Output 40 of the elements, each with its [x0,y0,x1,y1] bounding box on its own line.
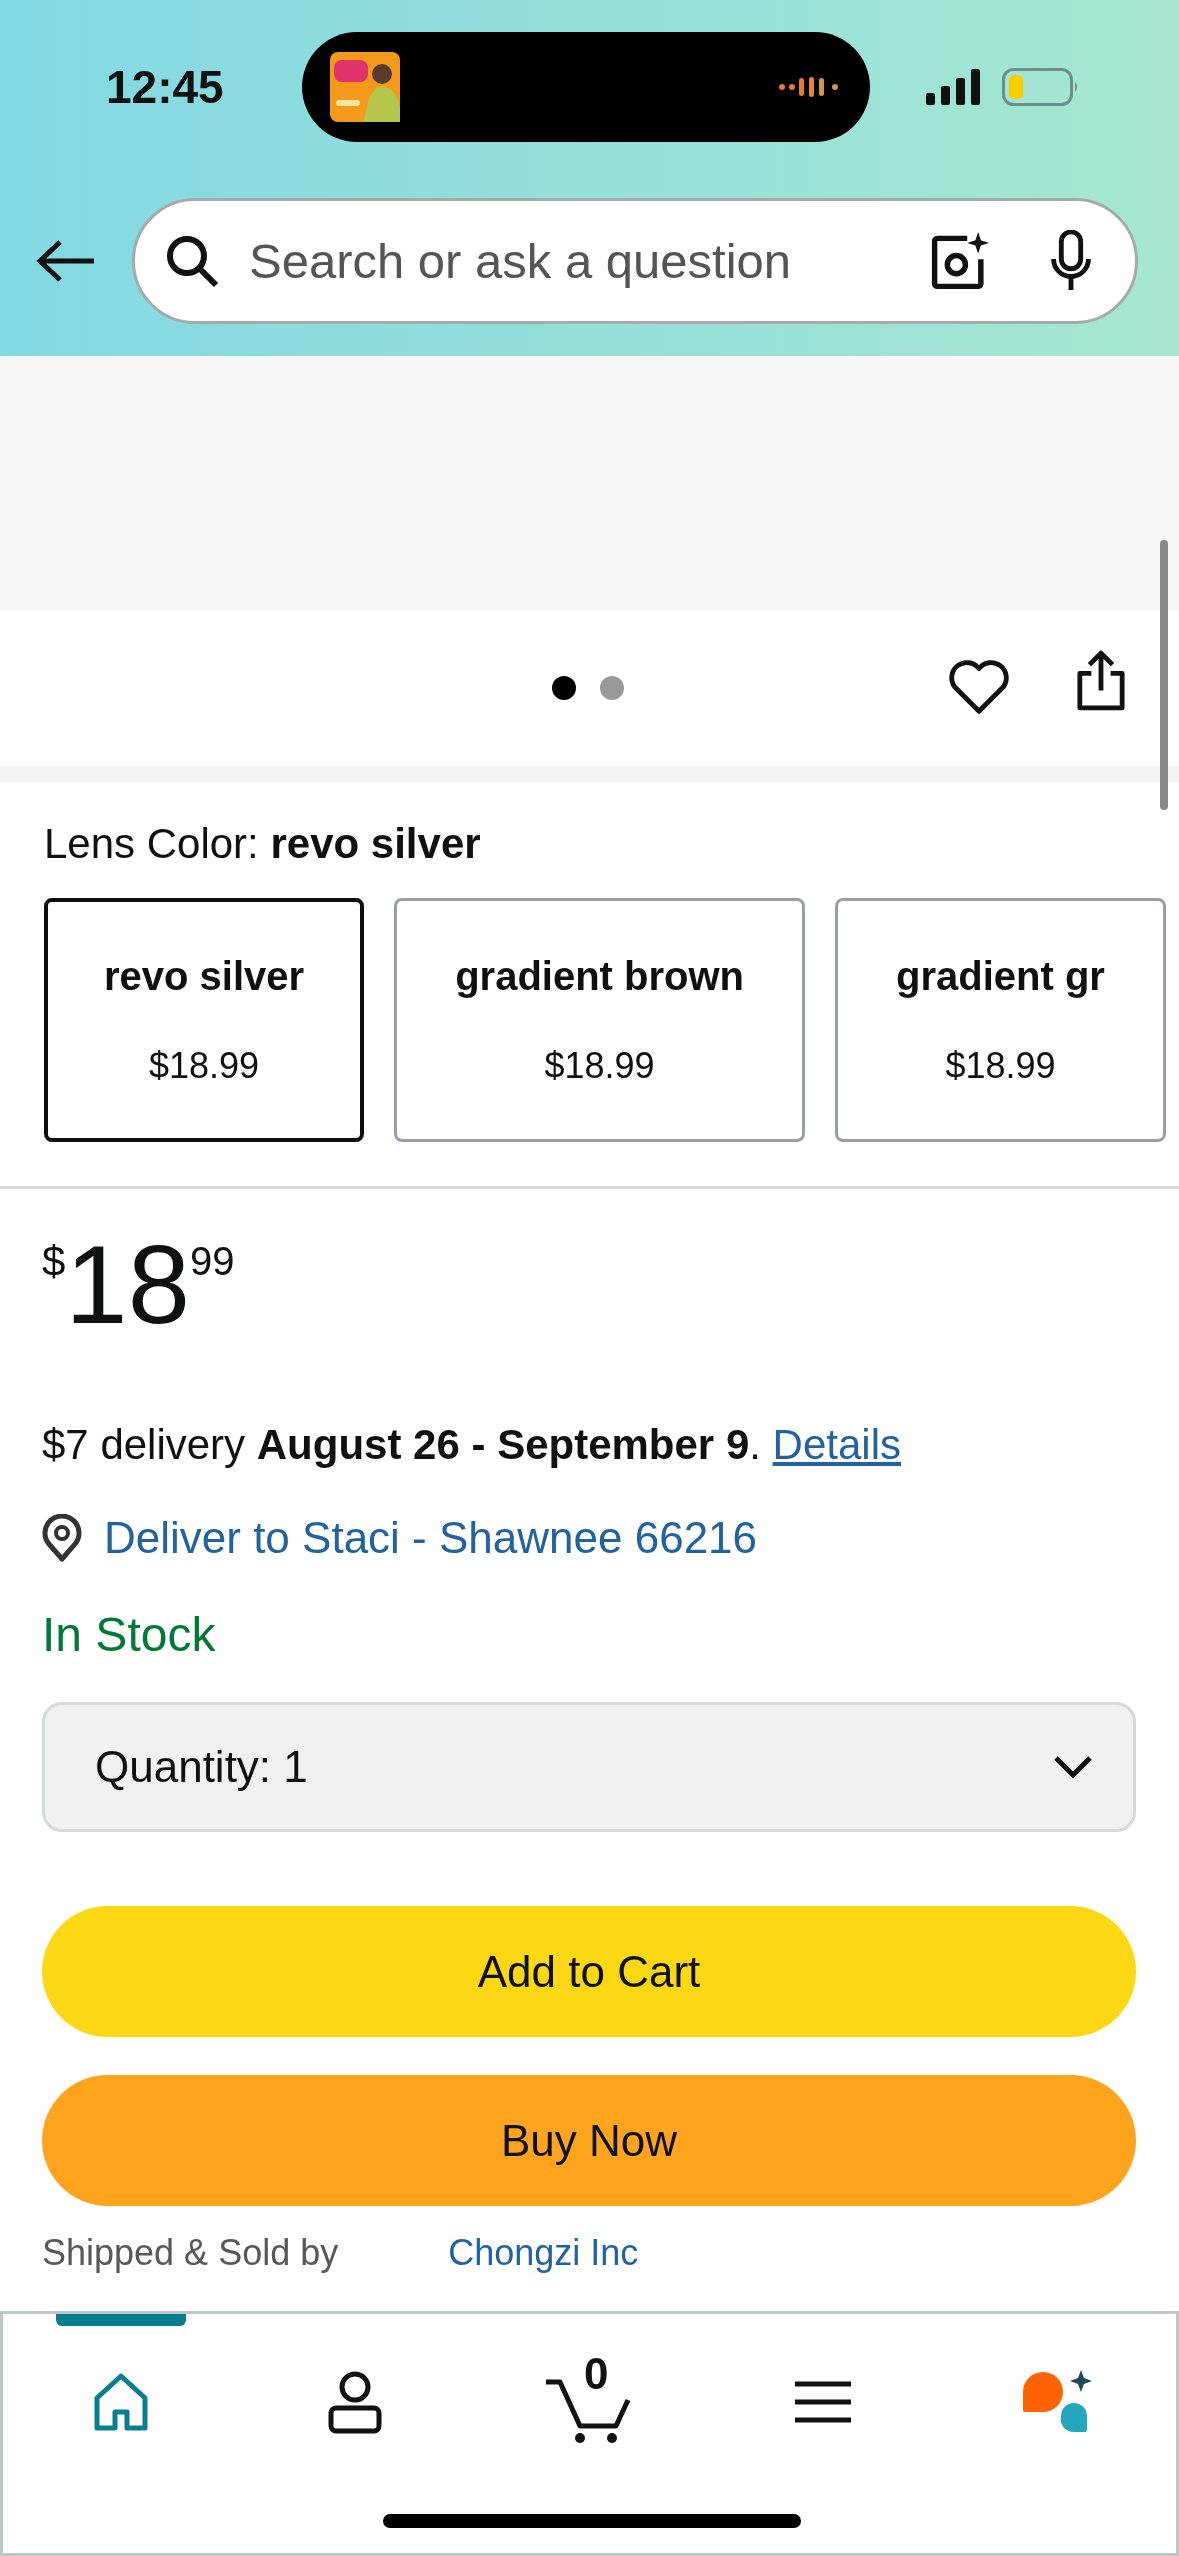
search-bar[interactable]: Search or ask a question [132,198,1138,324]
cart-tab[interactable]: 0 [524,2314,654,2464]
lens-option[interactable]: gradient brown $18.99 [394,898,806,1142]
add-to-cart-button[interactable]: Add to Cart [42,1906,1136,2037]
location-pin-icon [42,1514,82,1562]
search-field[interactable]: Search or ask a question [247,232,931,290]
waveform-icon [778,75,840,99]
seller-link[interactable]: Chongzi Inc [448,2232,639,2274]
lens-option[interactable]: revo silver $18.99 [44,898,365,1142]
option-name: revo silver [104,953,305,999]
search-icon [165,234,219,288]
camera-sparkle-icon[interactable] [931,231,989,291]
lens-color-label: Lens Color: revo silver [44,820,482,868]
microphone-icon[interactable] [1049,230,1093,292]
share-icon[interactable] [1076,650,1126,712]
battery-icon [1002,68,1080,106]
page-dot[interactable] [552,676,576,700]
back-arrow-icon[interactable] [36,239,96,283]
quantity-dropdown[interactable]: Quantity: 1 [42,1702,1136,1832]
signal-icon [926,69,982,105]
lens-option[interactable]: gradient gr $18.99 [835,898,1166,1142]
person-icon [327,2370,383,2434]
heart-icon[interactable] [948,658,1010,716]
page-dot[interactable] [600,676,624,700]
stock-status: In Stock [42,1607,217,1662]
option-price: $18.99 [945,1044,1056,1087]
status-time: 12:45 [106,60,225,114]
deliver-to-link[interactable]: Deliver to Staci - Shawnee 66216 [104,1513,758,1563]
details-link[interactable]: Details [772,1421,901,1468]
chat-bubbles-icon [1021,2370,1093,2434]
cart-count: 0 [584,2352,609,2396]
chevron-down-icon [1053,1755,1093,1779]
menu-icon [795,2380,851,2424]
option-name: gradient gr [896,953,1105,999]
delivery-info: $7 delivery August 26 - September 9. Details [42,1421,902,1469]
option-price: $18.99 [149,1044,260,1087]
buy-now-button[interactable]: Buy Now [42,2075,1136,2206]
option-price: $18.99 [544,1044,655,1087]
option-name: gradient brown [455,953,745,999]
seller-label: Shipped & Sold by [42,2232,339,2274]
